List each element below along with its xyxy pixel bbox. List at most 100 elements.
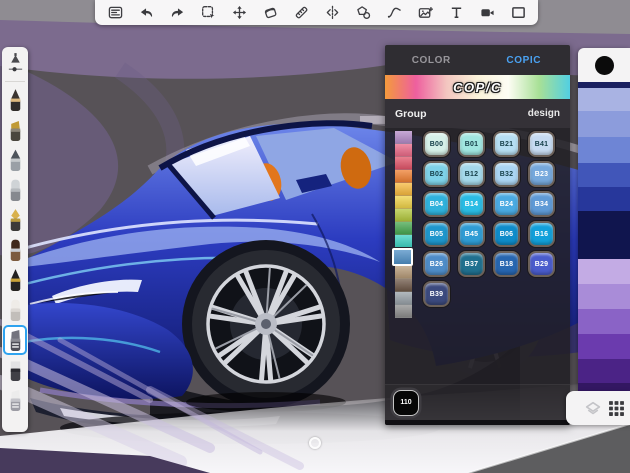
copic-swatch-B41[interactable]: B41 (528, 131, 555, 157)
copic-panel: COLOR COPIC COP/C Group design B00 B01 B21… (385, 45, 570, 425)
marker-yellow-icon (6, 118, 25, 143)
tool-ink-pen[interactable] (3, 265, 27, 295)
color-group-6[interactable] (395, 209, 412, 222)
tool-marker-bullet[interactable] (3, 175, 27, 205)
color-group-strip (395, 131, 412, 318)
copic-swatch-B24[interactable]: B24 (493, 191, 520, 217)
tool-copic-marker-wide[interactable] (3, 385, 27, 415)
tool-pencil[interactable] (3, 85, 27, 115)
swatch-code: B16 (535, 231, 548, 238)
color-group-8[interactable] (395, 235, 412, 248)
swatch-code: B41 (535, 141, 548, 148)
color-group-2[interactable] (395, 157, 412, 170)
fill-button[interactable] (259, 2, 281, 24)
copic-group-row: Group design (385, 99, 570, 128)
shade-10[interactable] (578, 334, 630, 359)
selection-button[interactable] (197, 2, 219, 24)
copic-brand-band: COP/C (385, 75, 570, 99)
symmetry-button[interactable] (321, 2, 343, 24)
copic-swatch-B29[interactable]: B29 (528, 251, 555, 277)
shade-2[interactable] (578, 111, 630, 137)
transform-icon (232, 5, 247, 20)
new-view-button[interactable] (507, 2, 529, 24)
color-group-11[interactable] (395, 279, 412, 292)
shade-3[interactable] (578, 137, 630, 163)
transform-button[interactable] (228, 2, 250, 24)
copic-swatch-B02[interactable]: B02 (423, 161, 450, 187)
recent-swatch-110[interactable]: 110 (393, 390, 419, 416)
color-group-1[interactable] (395, 144, 412, 157)
shade-1[interactable] (578, 88, 630, 111)
copic-swatch-B21[interactable]: B21 (493, 131, 520, 157)
canvas-pivot-indicator[interactable] (309, 437, 321, 449)
tool-brush-settings[interactable] (3, 49, 27, 79)
time-lapse-button[interactable] (476, 2, 498, 24)
swatch-code: B34 (535, 201, 548, 208)
symmetry-icon (325, 5, 340, 20)
round-brush-icon (6, 238, 25, 263)
color-group-9[interactable] (392, 248, 413, 266)
pencil-icon (6, 88, 25, 113)
copic-swatch-B04[interactable]: B04 (423, 191, 450, 217)
copic-swatch-B00[interactable]: B00 (423, 131, 450, 157)
copic-swatch-B06[interactable]: B06 (493, 221, 520, 247)
swatch-code: B29 (535, 261, 548, 268)
copic-marker-wide-icon (6, 388, 25, 413)
shapes-button[interactable] (352, 2, 374, 24)
color-group-0[interactable] (395, 131, 412, 144)
redo-button[interactable] (166, 2, 188, 24)
shade-9[interactable] (578, 309, 630, 334)
color-group-3[interactable] (395, 170, 412, 183)
shade-6[interactable] (578, 211, 630, 259)
swatch-code: B21 (500, 141, 513, 148)
tool-pen-nib[interactable] (3, 205, 27, 235)
tool-copic-marker[interactable] (3, 325, 27, 355)
menu-button[interactable] (104, 2, 126, 24)
pen-nib-icon (6, 208, 25, 233)
copic-swatch-B26[interactable]: B26 (423, 251, 450, 277)
shade-8[interactable] (578, 284, 630, 309)
shade-5[interactable] (578, 187, 630, 211)
color-group-13[interactable] (395, 305, 412, 318)
group-label[interactable]: Group (395, 108, 427, 120)
color-group-7[interactable] (395, 222, 412, 235)
design-label[interactable]: design (528, 108, 560, 119)
copic-swatch-B14[interactable]: B14 (458, 191, 485, 217)
color-group-4[interactable] (395, 183, 412, 196)
gallery-grid-button[interactable] (608, 400, 625, 417)
copic-swatch-B32[interactable]: B32 (493, 161, 520, 187)
color-group-12[interactable] (395, 292, 412, 305)
tab-color[interactable]: COLOR (385, 55, 478, 66)
steady-stroke-button[interactable] (383, 2, 405, 24)
shade-7[interactable] (578, 259, 630, 284)
tool-round-brush[interactable] (3, 235, 27, 265)
tool-flat-marker[interactable] (3, 355, 27, 385)
text-button[interactable] (445, 2, 467, 24)
copic-swatch-B18[interactable]: B18 (493, 251, 520, 277)
import-image-button[interactable] (414, 2, 436, 24)
shade-11[interactable] (578, 359, 630, 383)
copic-swatch-B05[interactable]: B05 (423, 221, 450, 247)
shade-4[interactable] (578, 163, 630, 187)
swatch-code: B06 (500, 231, 513, 238)
ruler-button[interactable] (290, 2, 312, 24)
tab-copic[interactable]: COPIC (478, 55, 571, 66)
copic-swatch-B16[interactable]: B16 (528, 221, 555, 247)
undo-icon (139, 5, 154, 20)
layers-button[interactable] (584, 400, 601, 417)
tool-marker-yellow[interactable] (3, 115, 27, 145)
copic-swatch-B12[interactable]: B12 (458, 161, 485, 187)
color-group-10[interactable] (395, 266, 412, 279)
copic-swatch-B45[interactable]: B45 (458, 221, 485, 247)
tool-airbrush[interactable] (3, 145, 27, 175)
copic-swatch-B01[interactable]: B01 (458, 131, 485, 157)
copic-swatch-B34[interactable]: B34 (528, 191, 555, 217)
color-group-5[interactable] (395, 196, 412, 209)
tool-pastel[interactable] (3, 295, 27, 325)
undo-button[interactable] (135, 2, 157, 24)
copic-swatch-B23[interactable]: B23 (528, 161, 555, 187)
copic-swatch-B39[interactable]: B39 (423, 281, 450, 307)
copic-swatch-B37[interactable]: B37 (458, 251, 485, 277)
layers-icon (584, 400, 601, 417)
active-color-indicator[interactable] (595, 56, 614, 75)
